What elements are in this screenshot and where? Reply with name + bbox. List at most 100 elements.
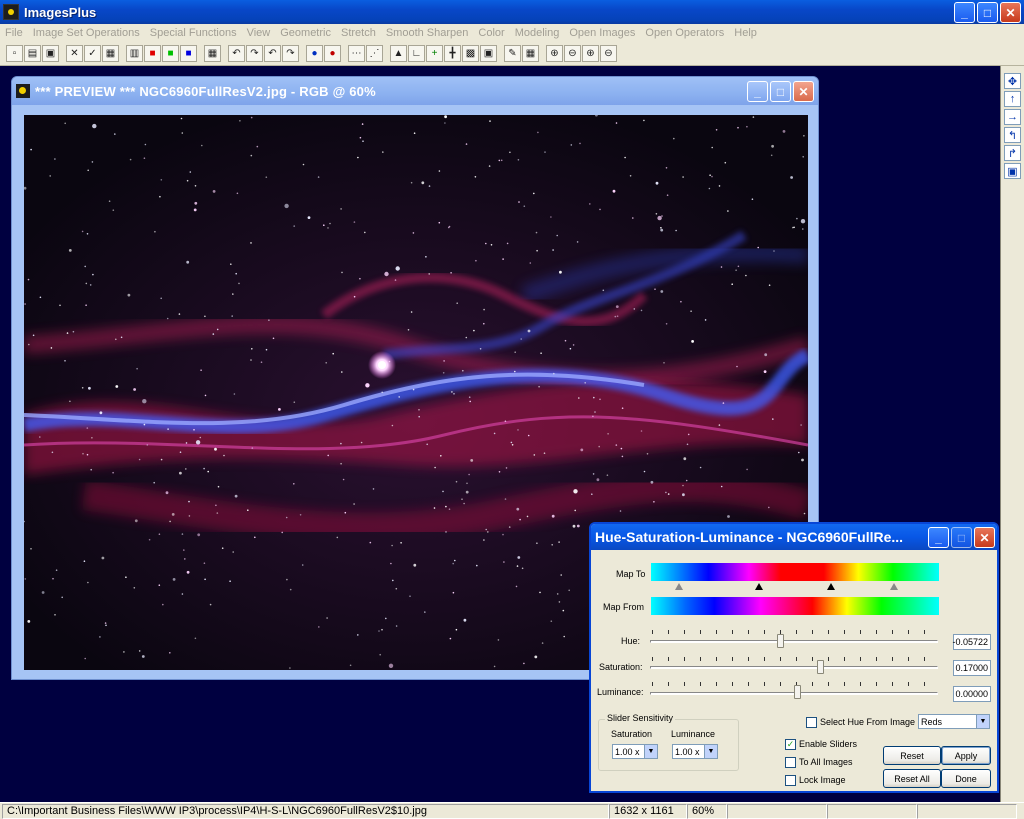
delete-icon[interactable]: ✕	[66, 45, 83, 62]
palette-icon[interactable]: ▣	[480, 45, 497, 62]
star	[340, 208, 342, 210]
app-icon[interactable]	[3, 4, 19, 20]
move-icon[interactable]: ✥	[1004, 73, 1021, 89]
corner-icon[interactable]: ∟	[408, 45, 425, 62]
done-button[interactable]: Done	[941, 769, 991, 788]
menu-item-open-operators[interactable]: Open Operators	[640, 27, 729, 39]
preview-close-button[interactable]: ✕	[793, 81, 814, 102]
rgb-channels-icon[interactable]: ▥	[126, 45, 143, 62]
chevron-down-icon[interactable]: ▼	[976, 715, 989, 728]
hue-range-marker[interactable]	[890, 583, 898, 590]
saturation-slider-thumb[interactable]	[816, 660, 824, 674]
star	[654, 288, 656, 290]
grid-icon[interactable]: ▦	[204, 45, 221, 62]
minimize-button[interactable]: _	[954, 2, 975, 23]
redo-icon[interactable]: ↷	[246, 45, 263, 62]
hsl-dialog[interactable]: Hue-Saturation-Luminance - NGC6960FullRe…	[589, 522, 999, 793]
chevron-down-icon[interactable]: ▼	[704, 745, 717, 758]
app-titlebar[interactable]: ImagesPlus _ □ ✕	[0, 0, 1024, 24]
undo-all-icon[interactable]: ↶	[264, 45, 281, 62]
hue-range-marker[interactable]	[675, 583, 683, 590]
menu-item-stretch[interactable]: Stretch	[336, 27, 381, 39]
hue-slider-thumb[interactable]	[776, 634, 784, 648]
dash-icon[interactable]: ⋯	[348, 45, 365, 62]
rotate-left-icon[interactable]: ↰	[1004, 127, 1021, 143]
enable-sliders-checkbox[interactable]: ✓	[785, 739, 796, 750]
frame-icon[interactable]: ▣	[1004, 163, 1021, 179]
crosshair-icon[interactable]: ╋	[444, 45, 461, 62]
hsl-maximize-button[interactable]: □	[951, 527, 972, 548]
preview-minimize-button[interactable]: _	[747, 81, 768, 102]
reset-all-button[interactable]: Reset All	[883, 769, 941, 788]
menu-item-color[interactable]: Color	[473, 27, 509, 39]
points-icon[interactable]: ⋰	[366, 45, 383, 62]
hue-range-select[interactable]: Reds ▼	[918, 714, 990, 729]
hsl-close-button[interactable]: ✕	[974, 527, 995, 548]
pencil-icon[interactable]: ✎	[504, 45, 521, 62]
save-icon[interactable]: ▣	[42, 45, 59, 62]
dot-icon[interactable]: ●	[306, 45, 323, 62]
rotate-right-icon[interactable]: ↱	[1004, 145, 1021, 161]
zoom-actual-icon[interactable]: ⊖	[600, 45, 617, 62]
luminance-slider-thumb[interactable]	[793, 685, 801, 699]
preview-maximize-button[interactable]: □	[770, 81, 791, 102]
print-icon[interactable]: ▦	[102, 45, 119, 62]
hue-value[interactable]: -0.05722	[952, 634, 991, 650]
minimize-icon: _	[961, 5, 968, 20]
menu-item-image-set-operations[interactable]: Image Set Operations	[28, 27, 145, 39]
hue-slider[interactable]	[650, 640, 938, 643]
hsl-titlebar[interactable]: Hue-Saturation-Luminance - NGC6960FullRe…	[591, 524, 997, 550]
hue-range-marker[interactable]	[755, 583, 763, 590]
hsl-minimize-button[interactable]: _	[928, 527, 949, 548]
blue-channel-icon[interactable]: ■	[180, 45, 197, 62]
menu-item-special-functions[interactable]: Special Functions	[145, 27, 242, 39]
chevron-down-icon[interactable]: ▼	[644, 745, 657, 758]
green-channel-icon[interactable]: ■	[162, 45, 179, 62]
saturation-slider[interactable]	[650, 666, 938, 669]
star	[87, 581, 89, 584]
red-channel-icon[interactable]: ■	[144, 45, 161, 62]
new-icon[interactable]: ▫	[6, 45, 23, 62]
menu-item-view[interactable]: View	[242, 27, 276, 39]
hue-range-marker[interactable]	[827, 583, 835, 590]
select-hue-checkbox[interactable]	[806, 717, 817, 728]
map-to-spectrum[interactable]	[651, 563, 939, 581]
sensitivity-luminance-select[interactable]: 1.00 x ▼	[672, 744, 718, 759]
menu-item-geometric[interactable]: Geometric	[275, 27, 336, 39]
checker-icon[interactable]: ▦	[522, 45, 539, 62]
arrow-right-icon[interactable]: →	[1004, 109, 1021, 125]
apply-button[interactable]: Apply	[941, 746, 991, 765]
luminance-value[interactable]: 0.00000	[953, 686, 991, 702]
star	[584, 382, 586, 384]
open-icon[interactable]: ▤	[24, 45, 41, 62]
menu-item-help[interactable]: Help	[729, 27, 762, 39]
menu-item-smooth-sharpen[interactable]: Smooth Sharpen	[381, 27, 474, 39]
toolbar: ▫ ▤ ▣ ✕ ✓ ▦ ▥ ■ ■ ■ ▦ ↶ ↷ ↶ ↷ ● ● ⋯ ⋰ ▲ ∟ + ╋ ▩ ▣ ✎ ▦ ⊕ ⊖ ⊕ ⊖	[0, 42, 1024, 66]
zoom-fit-icon[interactable]: ⊕	[582, 45, 599, 62]
star	[551, 514, 555, 518]
redo-all-icon[interactable]: ↷	[282, 45, 299, 62]
reset-button[interactable]: Reset	[883, 746, 941, 765]
lock-image-checkbox[interactable]	[785, 775, 796, 786]
maximize-button[interactable]: □	[977, 2, 998, 23]
undo-icon[interactable]: ↶	[228, 45, 245, 62]
zoom-out-icon[interactable]: ⊖	[564, 45, 581, 62]
menu-item-open-images[interactable]: Open Images	[564, 27, 640, 39]
menu-item-file[interactable]: File	[0, 27, 28, 39]
star	[686, 443, 689, 446]
to-all-images-checkbox[interactable]	[785, 757, 796, 768]
close-button[interactable]: ✕	[1000, 2, 1021, 23]
menu-item-modeling[interactable]: Modeling	[510, 27, 565, 39]
sensitivity-saturation-select[interactable]: 1.00 x ▼	[612, 744, 658, 759]
calculator-icon[interactable]: ▩	[462, 45, 479, 62]
preview-titlebar[interactable]: *** PREVIEW *** NGC6960FullResV2.jpg - R…	[12, 77, 818, 105]
zoom-in-icon[interactable]: ⊕	[546, 45, 563, 62]
map-to-label: Map To	[616, 569, 646, 579]
check-icon[interactable]: ✓	[84, 45, 101, 62]
saturation-value[interactable]: 0.17000	[953, 660, 991, 676]
dot-red-icon[interactable]: ●	[324, 45, 341, 62]
preview-window-icon[interactable]	[16, 84, 30, 98]
arrow-up-icon[interactable]: ↑	[1004, 91, 1021, 107]
plus-icon[interactable]: +	[426, 45, 443, 62]
triangle-icon[interactable]: ▲	[390, 45, 407, 62]
